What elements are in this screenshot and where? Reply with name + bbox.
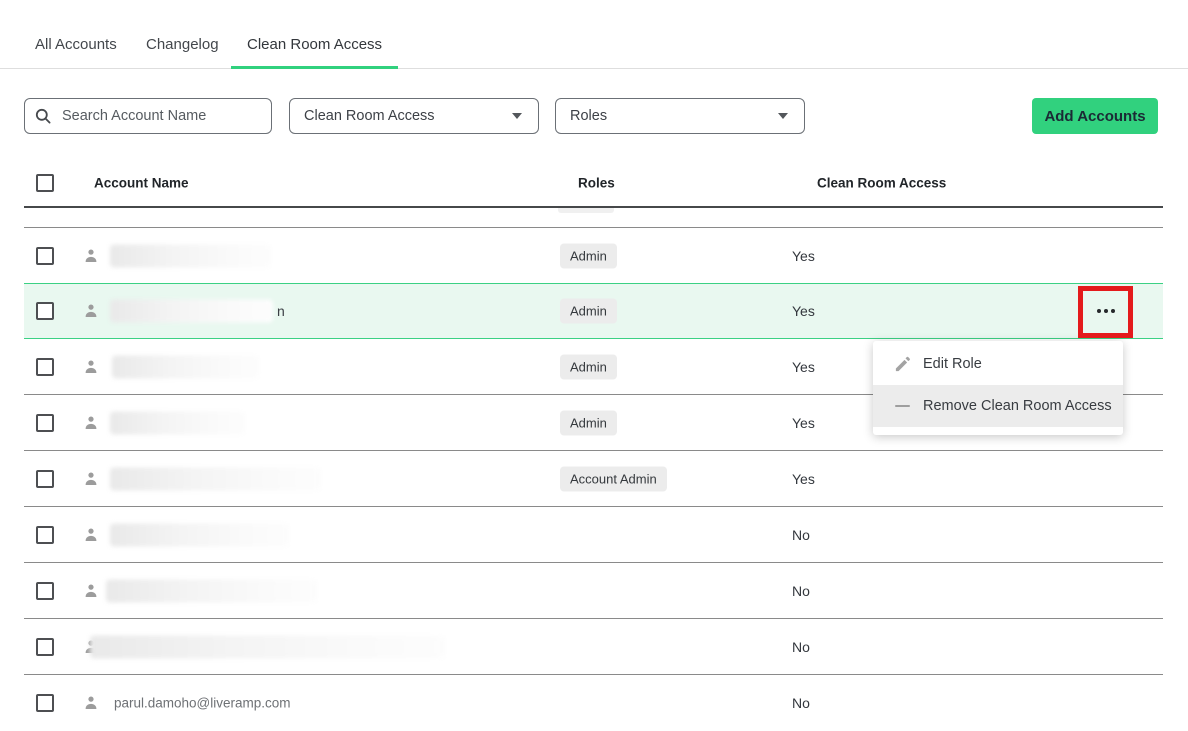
menu-item-label: Edit Role [923,356,982,372]
row-checkbox[interactable] [36,638,54,656]
clean-room-access-filter[interactable]: Clean Room Access [289,98,539,134]
clean-room-access-value: Yes [792,415,815,431]
redacted-account-name [110,244,272,267]
clipped-row [24,208,1163,228]
clipped-role-badge [558,208,614,213]
chevron-down-icon [778,113,788,119]
account-email: parul.damoho@liveramp.com [114,696,291,711]
person-icon [83,527,99,543]
accounts-table: Account Name Roles Clean Room Access Adm… [24,160,1163,731]
row-checkbox[interactable] [36,526,54,544]
row-checkbox[interactable] [36,414,54,432]
tab-clean-room-access[interactable]: Clean Room Access [247,36,382,53]
roles-filter-label: Roles [570,108,607,124]
table-row: No [24,507,1163,563]
person-icon [83,303,99,319]
person-icon [83,695,99,711]
table-row: No [24,563,1163,619]
chevron-down-icon [512,113,522,119]
table-row: Account Admin Yes [24,451,1163,507]
row-checkbox[interactable] [36,247,54,265]
row-checkbox[interactable] [36,582,54,600]
table-row: No [24,619,1163,675]
clean-room-access-value: Yes [792,359,815,375]
clean-room-access-filter-label: Clean Room Access [304,108,435,124]
row-actions-menu-button[interactable] [1078,285,1133,337]
person-icon [83,583,99,599]
redacted-account-name [112,355,260,378]
select-all-checkbox[interactable] [36,174,54,192]
person-icon [83,248,99,264]
tab-bar: All Accounts Changelog Clean Room Access [0,0,1188,69]
role-badge: Admin [560,354,617,379]
search-box [24,98,272,134]
redacted-account-name [90,635,446,658]
tab-all-accounts[interactable]: All Accounts [35,36,117,53]
role-badge: Admin [560,410,617,435]
role-badge: Admin [560,243,617,268]
account-name-suffix: n [277,303,285,319]
person-icon [83,359,99,375]
table-header: Account Name Roles Clean Room Access [24,160,1163,208]
add-accounts-button[interactable]: Add Accounts [1032,98,1158,134]
clean-room-access-value: No [792,583,810,599]
row-actions-menu: Edit Role Remove Clean Room Access [873,341,1123,435]
redacted-account-name [110,523,290,546]
person-icon [83,415,99,431]
column-header-account-name: Account Name [94,176,189,191]
column-header-clean-room-access: Clean Room Access [817,176,946,191]
minus-icon [893,405,911,408]
menu-item-remove-clean-room-access[interactable]: Remove Clean Room Access [873,385,1123,427]
row-checkbox[interactable] [36,302,54,320]
redacted-account-name [110,300,273,323]
clean-room-access-value: Yes [792,248,815,264]
redacted-account-name [106,579,318,602]
row-checkbox[interactable] [36,358,54,376]
pencil-icon [893,356,911,373]
tab-changelog[interactable]: Changelog [146,36,219,53]
role-badge: Admin [560,299,617,324]
roles-filter[interactable]: Roles [555,98,805,134]
table-row: Admin Yes [24,228,1163,284]
menu-item-label: Remove Clean Room Access [923,398,1112,414]
table-row: parul.damoho@liveramp.com No [24,675,1163,731]
clean-room-access-value: Yes [792,471,815,487]
menu-item-edit-role[interactable]: Edit Role [873,343,1123,385]
search-input[interactable] [60,107,245,125]
clean-room-access-value: No [792,527,810,543]
clean-room-access-value: No [792,639,810,655]
row-checkbox[interactable] [36,470,54,488]
column-header-roles: Roles [578,176,615,191]
table-row: n Admin Yes [24,283,1163,339]
redacted-account-name [110,411,246,434]
clean-room-access-value: Yes [792,303,815,319]
role-badge: Account Admin [560,466,667,491]
row-checkbox[interactable] [36,694,54,712]
search-icon [35,108,51,124]
person-icon [83,471,99,487]
redacted-account-name [110,467,322,490]
clean-room-access-value: No [792,695,810,711]
